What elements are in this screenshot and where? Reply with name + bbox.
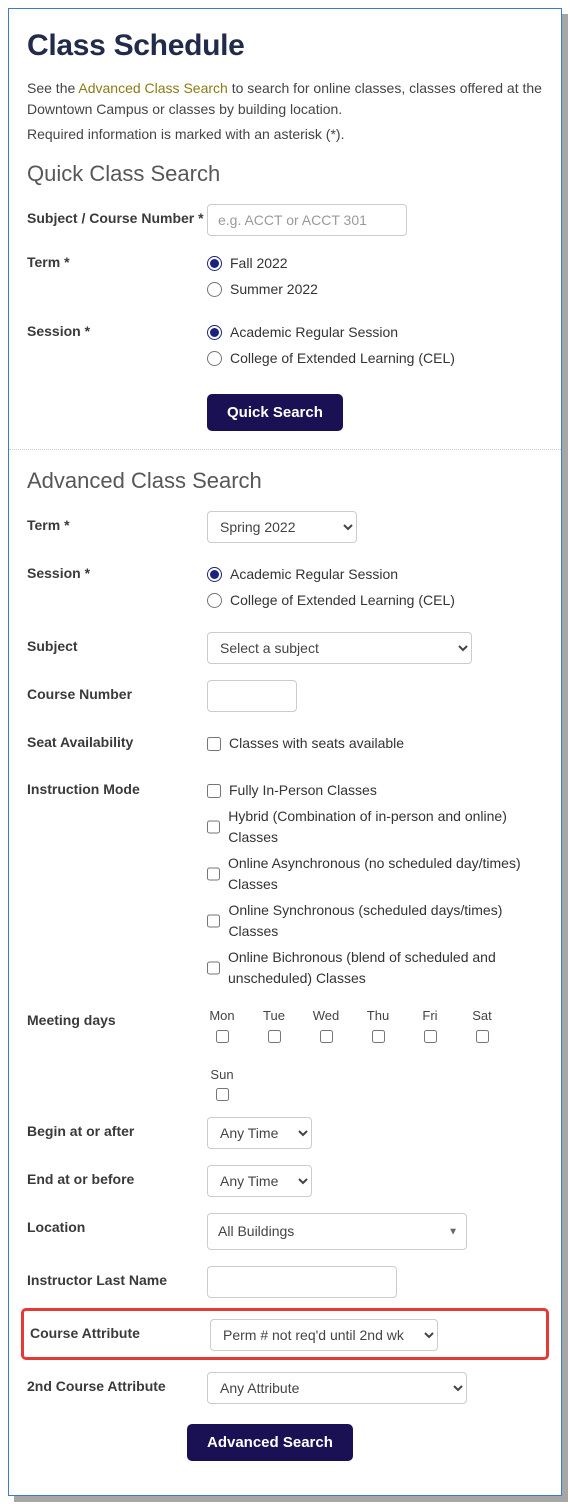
subject-course-label: Subject / Course Number * <box>27 202 207 229</box>
day-sun-label: Sun <box>210 1065 233 1085</box>
day-wed-label: Wed <box>313 1006 340 1026</box>
mode-bichronous-label: Online Bichronous (blend of scheduled an… <box>228 947 543 989</box>
term-fall-label: Fall 2022 <box>230 253 288 274</box>
intro-text-2: Required information is marked with an a… <box>27 124 543 145</box>
mode-hybrid-label: Hybrid (Combination of in-person and onl… <box>228 806 543 848</box>
instruction-mode-label: Instruction Mode <box>27 773 207 800</box>
advanced-search-button[interactable]: Advanced Search <box>187 1424 353 1461</box>
day-sat-checkbox[interactable] <box>476 1030 489 1043</box>
course-attr-select[interactable]: Perm # not req'd until 2nd wk <box>210 1319 438 1351</box>
day-fri-checkbox[interactable] <box>424 1030 437 1043</box>
mode-async-label: Online Asynchronous (no scheduled day/ti… <box>228 853 543 895</box>
intro-text-1: See the Advanced Class Search to search … <box>27 78 543 120</box>
begin-label: Begin at or after <box>27 1115 207 1142</box>
day-mon-label: Mon <box>209 1006 234 1026</box>
day-tue-label: Tue <box>263 1006 285 1026</box>
meeting-days-label: Meeting days <box>27 1004 207 1031</box>
session-regular-radio[interactable] <box>207 325 222 340</box>
mode-sync-checkbox[interactable] <box>207 914 220 928</box>
session-regular-label: Academic Regular Session <box>230 322 398 343</box>
day-fri-label: Fri <box>422 1006 437 1026</box>
quick-search-heading: Quick Class Search <box>27 157 543 190</box>
adv-subject-select[interactable]: Select a subject <box>207 632 472 664</box>
intro-text-1a: See the <box>27 80 78 96</box>
term-summer-label: Summer 2022 <box>230 279 318 300</box>
course-number-input[interactable] <box>207 680 297 712</box>
mode-bichronous-checkbox[interactable] <box>207 961 220 975</box>
adv-session-cel-label: College of Extended Learning (CEL) <box>230 590 455 611</box>
term-label: Term * <box>27 246 207 273</box>
advanced-search-link[interactable]: Advanced Class Search <box>78 80 227 96</box>
class-schedule-panel: Class Schedule See the Advanced Class Se… <box>8 8 562 1496</box>
seat-avail-text: Classes with seats available <box>229 733 404 754</box>
day-thu-checkbox[interactable] <box>372 1030 385 1043</box>
mode-hybrid-checkbox[interactable] <box>207 820 220 834</box>
mode-inperson-label: Fully In-Person Classes <box>229 780 377 801</box>
divider <box>9 449 561 450</box>
adv-session-cel-radio[interactable] <box>207 593 222 608</box>
instructor-label: Instructor Last Name <box>27 1264 207 1291</box>
instructor-input[interactable] <box>207 1266 397 1298</box>
adv-term-select[interactable]: Spring 2022 <box>207 511 357 543</box>
day-thu-label: Thu <box>367 1006 389 1026</box>
seat-avail-label: Seat Availability <box>27 726 207 753</box>
location-select[interactable]: All Buildings ▼ <box>207 1213 467 1250</box>
adv-session-regular-label: Academic Regular Session <box>230 564 398 585</box>
course-attr2-select[interactable]: Any Attribute <box>207 1372 467 1404</box>
day-mon-checkbox[interactable] <box>216 1030 229 1043</box>
day-sun-checkbox[interactable] <box>216 1088 229 1101</box>
adv-session-regular-radio[interactable] <box>207 567 222 582</box>
begin-time-select[interactable]: Any Time <box>207 1117 312 1149</box>
term-summer-radio[interactable] <box>207 282 222 297</box>
location-value: All Buildings <box>218 1223 294 1239</box>
course-attr-label: Course Attribute <box>30 1317 210 1344</box>
chevron-down-icon: ▼ <box>448 1224 458 1239</box>
session-label: Session * <box>27 315 207 342</box>
adv-subject-label: Subject <box>27 630 207 657</box>
session-cel-label: College of Extended Learning (CEL) <box>230 348 455 369</box>
course-attr2-label: 2nd Course Attribute <box>27 1370 207 1397</box>
page-title: Class Schedule <box>27 23 543 68</box>
day-wed-checkbox[interactable] <box>320 1030 333 1043</box>
session-cel-radio[interactable] <box>207 351 222 366</box>
term-fall-radio[interactable] <box>207 256 222 271</box>
advanced-search-heading: Advanced Class Search <box>27 464 543 497</box>
course-number-label: Course Number <box>27 678 207 705</box>
mode-inperson-checkbox[interactable] <box>207 784 221 798</box>
day-sat-label: Sat <box>472 1006 492 1026</box>
adv-term-label: Term * <box>27 509 207 536</box>
course-attribute-highlight: Course Attribute Perm # not req'd until … <box>21 1308 549 1360</box>
end-label: End at or before <box>27 1163 207 1190</box>
adv-session-label: Session * <box>27 557 207 584</box>
mode-sync-label: Online Synchronous (scheduled days/times… <box>228 900 543 942</box>
location-label: Location <box>27 1211 207 1238</box>
day-tue-checkbox[interactable] <box>268 1030 281 1043</box>
subject-course-input[interactable] <box>207 204 407 236</box>
quick-search-button[interactable]: Quick Search <box>207 394 343 431</box>
seat-avail-checkbox[interactable] <box>207 737 221 751</box>
end-time-select[interactable]: Any Time <box>207 1165 312 1197</box>
mode-async-checkbox[interactable] <box>207 867 220 881</box>
